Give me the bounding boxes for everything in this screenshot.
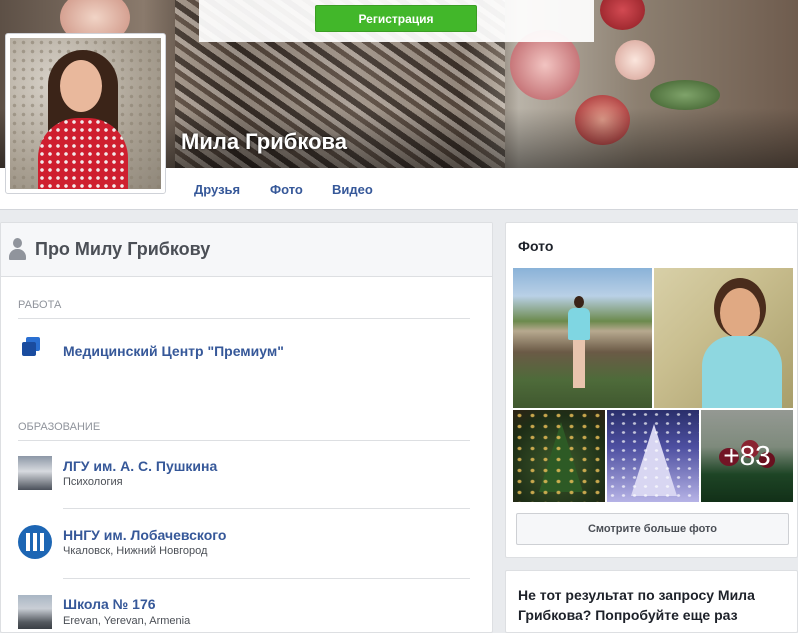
search-suggestion-card: Не тот результат по запросу Мила Грибков…: [505, 570, 798, 633]
cover-leaf: [650, 80, 720, 110]
company-icon[interactable]: [18, 333, 52, 367]
photos-card: Фото +83 Смотрите больше фото: [505, 222, 798, 558]
university-photo-icon[interactable]: [18, 456, 52, 490]
avatar-image: [10, 38, 161, 189]
more-photos-count: +83: [723, 440, 771, 471]
divider: [63, 578, 470, 579]
search-suggestion-text[interactable]: Не тот результат по запросу Мила Грибков…: [518, 585, 783, 625]
photo-thumbnail[interactable]: [513, 268, 652, 408]
divider: [18, 440, 470, 441]
profile-name[interactable]: Мила Грибкова: [181, 129, 347, 155]
university-logo-icon[interactable]: [18, 525, 52, 559]
cover-flower: [600, 0, 645, 30]
cover-flower: [615, 40, 655, 80]
tab-photos[interactable]: Фото: [270, 182, 303, 197]
work-section-label: РАБОТА: [18, 299, 62, 311]
person-icon: [8, 238, 26, 260]
photos-title: Фото: [518, 238, 554, 254]
school-photo-icon[interactable]: [18, 595, 52, 629]
photo-thumbnail[interactable]: [654, 268, 793, 408]
education-item-title[interactable]: Школа № 176: [63, 596, 156, 612]
education-item-subtitle: Erevan, Yerevan, Armenia: [63, 615, 191, 627]
work-item-title[interactable]: Медицинский Центр "Премиум": [63, 343, 284, 359]
photo-thumbnail[interactable]: [513, 410, 605, 502]
education-item-subtitle: Психология: [63, 476, 123, 488]
about-header: Про Милу Грибкову: [1, 223, 492, 277]
photo-thumbnail[interactable]: [607, 410, 699, 502]
more-photos-thumbnail[interactable]: +83: [701, 410, 793, 502]
about-card: Про Милу Грибкову РАБОТА Медицинский Цен…: [0, 222, 493, 633]
education-item-title[interactable]: ННГУ им. Лобачевского: [63, 527, 227, 543]
divider: [18, 318, 470, 319]
education-item-title[interactable]: ЛГУ им. А. С. Пушкина: [63, 458, 217, 474]
tab-friends[interactable]: Друзья: [194, 182, 240, 197]
divider: [63, 508, 470, 509]
avatar-dress: [38, 118, 128, 189]
avatar[interactable]: [5, 33, 166, 194]
tab-videos[interactable]: Видео: [332, 182, 373, 197]
more-photos-button[interactable]: Смотрите больше фото: [516, 513, 789, 545]
about-title: Про Милу Грибкову: [35, 239, 211, 259]
education-section-label: ОБРАЗОВАНИЕ: [18, 421, 101, 433]
register-button[interactable]: Регистрация: [315, 5, 477, 32]
avatar-face: [60, 60, 102, 112]
education-item-subtitle: Чкаловск, Нижний Новгород: [63, 545, 208, 557]
